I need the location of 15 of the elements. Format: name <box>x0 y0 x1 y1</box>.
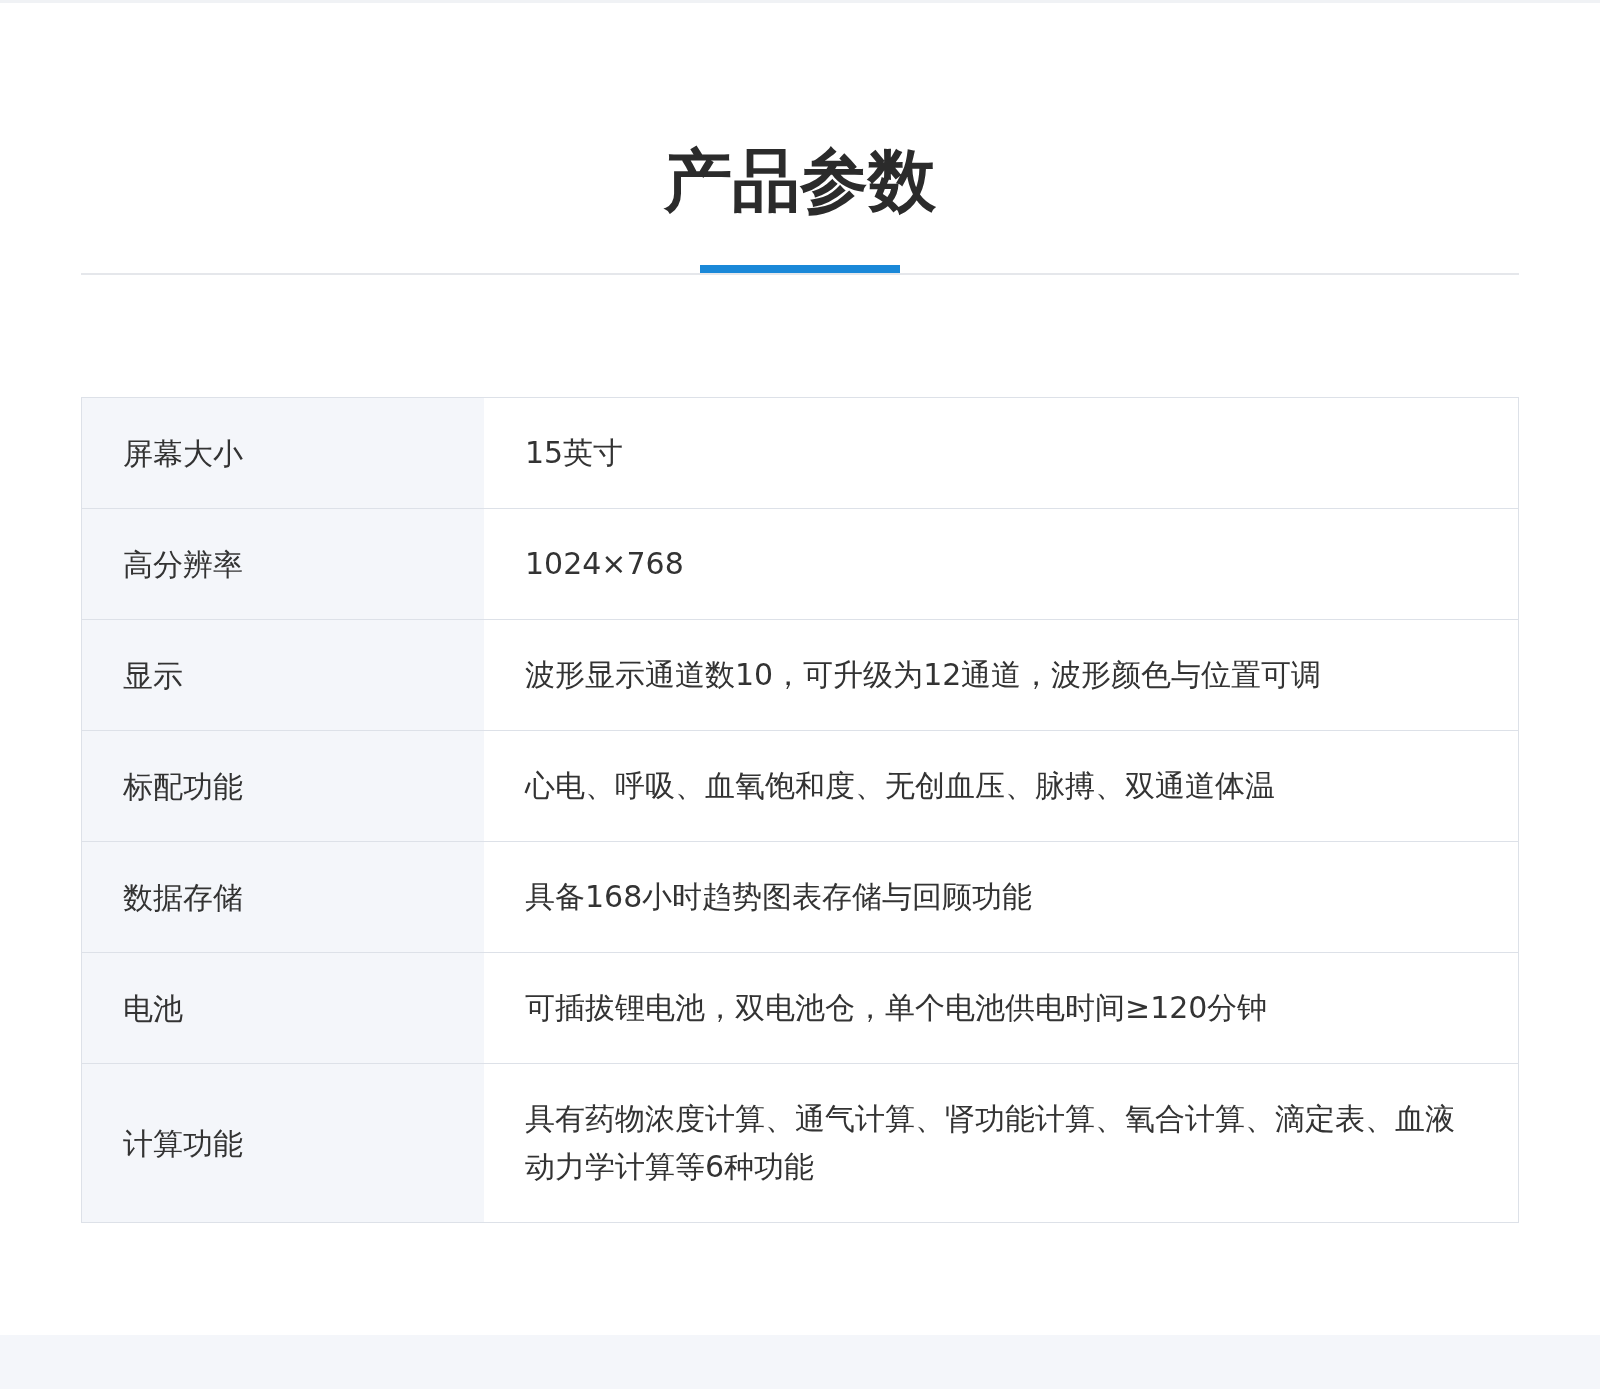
spec-value: 可插拔锂电池，双电池仓，单个电池供电时间≥120分钟 <box>525 989 1268 1027</box>
spec-value: 具有药物浓度计算、通气计算、肾功能计算、氧合计算、滴定表、血液动力学计算等6种功能 <box>525 1100 1456 1186</box>
spec-label: 标配功能 <box>123 767 243 806</box>
section-title: 产品参数 <box>664 140 936 222</box>
spec-label: 计算功能 <box>123 1124 243 1163</box>
spec-value: 具备168小时趋势图表存储与回顾功能 <box>525 878 1033 916</box>
spec-label: 显示 <box>123 656 183 695</box>
spec-value: 波形显示通道数10，可升级为12通道，波形颜色与位置可调 <box>525 656 1322 694</box>
spec-label: 高分辨率 <box>123 545 243 584</box>
spec-value: 15英寸 <box>525 434 624 472</box>
spec-value: 心电、呼吸、血氧饱和度、无创血压、脉搏、双通道体温 <box>525 767 1275 805</box>
spec-label: 屏幕大小 <box>123 434 243 473</box>
spec-label: 电池 <box>123 989 183 1028</box>
spec-label: 数据存储 <box>123 878 243 917</box>
spec-value: 1024×768 <box>525 545 684 583</box>
